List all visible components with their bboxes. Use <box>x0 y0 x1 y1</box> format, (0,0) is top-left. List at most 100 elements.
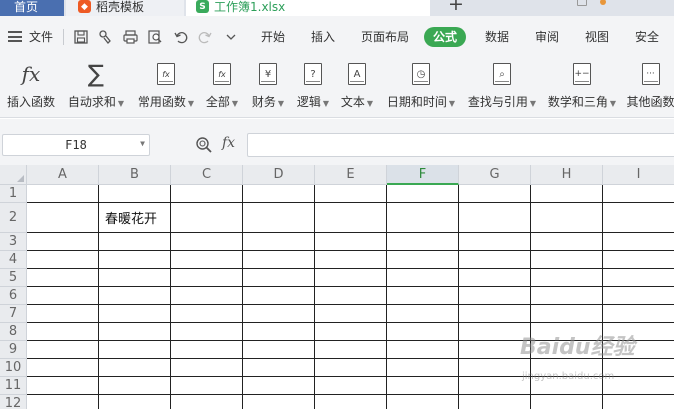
cell-a6[interactable] <box>27 287 99 305</box>
row-header-1[interactable]: 1 <box>0 185 27 203</box>
menu-tab-view[interactable]: 视图 <box>585 28 609 46</box>
row-header-8[interactable]: 8 <box>0 323 27 341</box>
formula-input[interactable] <box>247 133 674 157</box>
cell-d11[interactable] <box>243 377 315 395</box>
financial-functions-button[interactable]: ¥ 财务 ▼ <box>251 58 285 110</box>
cell-d2[interactable] <box>243 203 315 233</box>
text-functions-button[interactable]: A 文本 ▼ <box>340 58 374 110</box>
row-header-6[interactable]: 6 <box>0 287 27 305</box>
cell-e12[interactable] <box>315 395 387 409</box>
cell-b12[interactable] <box>99 395 171 409</box>
row-header-3[interactable]: 3 <box>0 233 27 251</box>
cell-d4[interactable] <box>243 251 315 269</box>
cell-h2[interactable] <box>531 203 603 233</box>
row-header-10[interactable]: 10 <box>0 359 27 377</box>
tab-docer-templates[interactable]: ◆ 稻壳模板 <box>66 0 184 16</box>
column-header-a[interactable]: A <box>27 165 99 185</box>
cell-g6[interactable] <box>459 287 531 305</box>
cell-b5[interactable] <box>99 269 171 287</box>
menu-tab-data[interactable]: 数据 <box>485 28 509 46</box>
cell-e3[interactable] <box>315 233 387 251</box>
cell-b9[interactable] <box>99 341 171 359</box>
cell-e6[interactable] <box>315 287 387 305</box>
cell-b7[interactable] <box>99 305 171 323</box>
menu-tab-formulas[interactable]: 公式 <box>424 27 467 47</box>
name-box[interactable]: F18 ▼ <box>2 134 150 156</box>
cell-g10[interactable] <box>459 359 531 377</box>
cell-a8[interactable] <box>27 323 99 341</box>
cell-d1[interactable] <box>243 185 315 203</box>
menu-tab-security[interactable]: 安全 <box>635 28 659 46</box>
cell-g1[interactable] <box>459 185 531 203</box>
cell-h6[interactable] <box>531 287 603 305</box>
cell-e11[interactable] <box>315 377 387 395</box>
menu-tab-page-layout[interactable]: 页面布局 <box>361 28 409 46</box>
cell-d3[interactable] <box>243 233 315 251</box>
cell-f3[interactable] <box>387 233 459 251</box>
cell-f10[interactable] <box>387 359 459 377</box>
cell-c1[interactable] <box>171 185 243 203</box>
common-functions-button[interactable]: fx 常用函数 ▼ <box>137 58 195 110</box>
more-functions-button[interactable]: ··· 其他函数 <box>627 58 674 110</box>
cell-i11[interactable] <box>603 377 674 395</box>
cell-i3[interactable] <box>603 233 674 251</box>
cell-f4[interactable] <box>387 251 459 269</box>
cell-d6[interactable] <box>243 287 315 305</box>
cell-g12[interactable] <box>459 395 531 409</box>
logical-functions-button[interactable]: ? 逻辑 ▼ <box>296 58 330 110</box>
cell-b1[interactable] <box>99 185 171 203</box>
cell-h12[interactable] <box>531 395 603 409</box>
all-functions-button[interactable]: fx 全部 ▼ <box>205 58 239 110</box>
cell-a1[interactable] <box>27 185 99 203</box>
cell-e2[interactable] <box>315 203 387 233</box>
cell-i10[interactable] <box>603 359 674 377</box>
cell-b3[interactable] <box>99 233 171 251</box>
select-all-corner[interactable] <box>0 165 27 185</box>
cell-b11[interactable] <box>99 377 171 395</box>
cell-e4[interactable] <box>315 251 387 269</box>
format-painter-icon[interactable] <box>96 28 114 46</box>
datetime-functions-button[interactable]: ◷ 日期和时间 ▼ <box>386 58 456 110</box>
cell-g9[interactable] <box>459 341 531 359</box>
cell-d12[interactable] <box>243 395 315 409</box>
cell-d9[interactable] <box>243 341 315 359</box>
cell-h1[interactable] <box>531 185 603 203</box>
cell-c8[interactable] <box>171 323 243 341</box>
insert-function-fx-icon[interactable]: fx <box>222 135 235 151</box>
cell-i7[interactable] <box>603 305 674 323</box>
undo-icon[interactable] <box>172 28 190 46</box>
row-header-7[interactable]: 7 <box>0 305 27 323</box>
cell-c5[interactable] <box>171 269 243 287</box>
cell-d5[interactable] <box>243 269 315 287</box>
cell-i12[interactable] <box>603 395 674 409</box>
cell-d10[interactable] <box>243 359 315 377</box>
cell-h7[interactable] <box>531 305 603 323</box>
cell-a4[interactable] <box>27 251 99 269</box>
insert-function-button[interactable]: fx 插入函数 <box>6 58 56 110</box>
cell-a10[interactable] <box>27 359 99 377</box>
row-header-9[interactable]: 9 <box>0 341 27 359</box>
row-header-11[interactable]: 11 <box>0 377 27 395</box>
cell-i8[interactable] <box>603 323 674 341</box>
cell-c9[interactable] <box>171 341 243 359</box>
cell-i4[interactable] <box>603 251 674 269</box>
cell-i9[interactable] <box>603 341 674 359</box>
cell-g7[interactable] <box>459 305 531 323</box>
file-menu[interactable]: 文件 <box>29 28 53 46</box>
menu-tab-insert[interactable]: 插入 <box>311 28 335 46</box>
cell-f5[interactable] <box>387 269 459 287</box>
row-header-5[interactable]: 5 <box>0 269 27 287</box>
row-header-12[interactable]: 12 <box>0 395 27 409</box>
cell-b4[interactable] <box>99 251 171 269</box>
cell-c3[interactable] <box>171 233 243 251</box>
cell-a7[interactable] <box>27 305 99 323</box>
cell-h4[interactable] <box>531 251 603 269</box>
print-preview-icon[interactable] <box>146 28 164 46</box>
cell-d8[interactable] <box>243 323 315 341</box>
cell-b10[interactable] <box>99 359 171 377</box>
menu-tab-home[interactable]: 开始 <box>261 28 285 46</box>
cell-c12[interactable] <box>171 395 243 409</box>
cell-c10[interactable] <box>171 359 243 377</box>
cell-f9[interactable] <box>387 341 459 359</box>
menu-tab-review[interactable]: 审阅 <box>535 28 559 46</box>
